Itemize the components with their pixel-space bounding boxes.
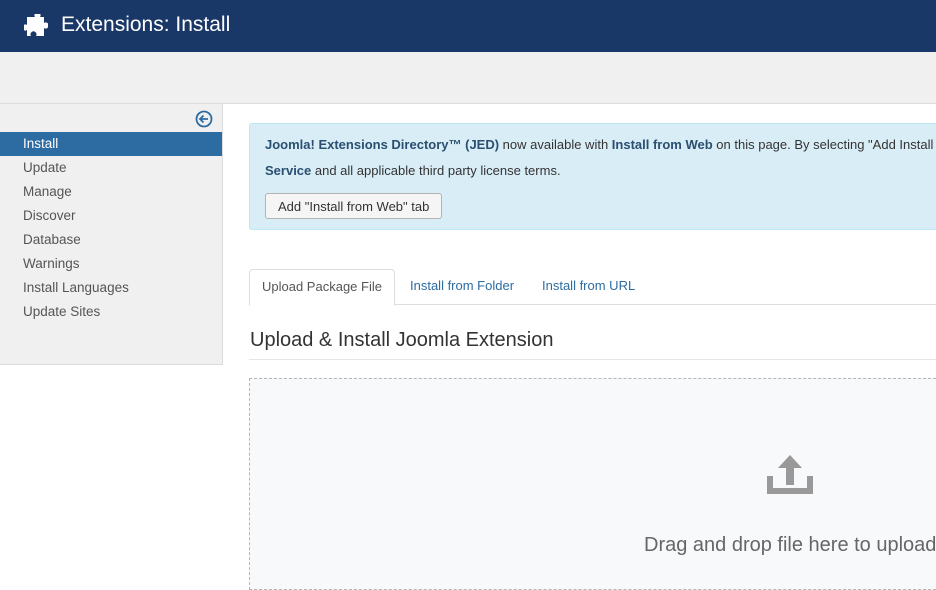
sidebar-nav: Install Update Manage Discover Database …: [0, 132, 222, 324]
alert-line-1: Joomla! Extensions Directory™ (JED) now …: [265, 137, 933, 152]
alert-line-2: Service and all applicable third party l…: [265, 163, 561, 178]
toolbar: [0, 52, 936, 104]
sidebar-item-discover[interactable]: Discover: [0, 204, 222, 228]
arrow-circle-left-icon[interactable]: [195, 110, 213, 128]
upload-dropzone[interactable]: Drag and drop file here to upload.: [249, 378, 936, 590]
sidebar-item-install[interactable]: Install: [0, 132, 222, 156]
alert-text: on this page. By selecting "Add Install: [712, 137, 934, 152]
sidebar-item-update-sites[interactable]: Update Sites: [0, 300, 222, 324]
section-divider: [249, 359, 936, 360]
sidebar: Install Update Manage Discover Database …: [0, 104, 223, 365]
alert-install-from-web: Install from Web: [611, 137, 713, 152]
page-title: Extensions: Install: [61, 13, 231, 36]
sidebar-item-install-languages[interactable]: Install Languages: [0, 276, 222, 300]
alert-jed-name: Joomla! Extensions Directory™ (JED): [265, 137, 500, 152]
sidebar-item-manage[interactable]: Manage: [0, 180, 222, 204]
puzzle-piece-icon: [24, 14, 48, 36]
header-bar: Extensions: Install: [0, 0, 936, 52]
add-install-from-web-tab-button[interactable]: Add "Install from Web" tab: [265, 193, 443, 219]
sidebar-item-warnings[interactable]: Warnings: [0, 252, 222, 276]
tab-install-from-folder[interactable]: Install from Folder: [410, 269, 514, 304]
section-title: Upload & Install Joomla Extension: [250, 329, 554, 351]
dropzone-text: Drag and drop file here to upload.: [644, 534, 936, 556]
sidebar-item-update[interactable]: Update: [0, 156, 222, 180]
alert-text: and all applicable third party license t…: [311, 163, 561, 178]
jed-info-alert: Joomla! Extensions Directory™ (JED) now …: [249, 123, 936, 230]
sidebar-item-database[interactable]: Database: [0, 228, 222, 252]
alert-service-link: Service: [265, 163, 312, 178]
tab-upload-package-file[interactable]: Upload Package File: [249, 269, 395, 306]
upload-icon: [767, 455, 813, 494]
install-tabs: Upload Package File Install from Folder …: [249, 269, 936, 306]
tab-install-from-url[interactable]: Install from URL: [542, 269, 635, 304]
alert-text: now available with: [499, 137, 612, 152]
